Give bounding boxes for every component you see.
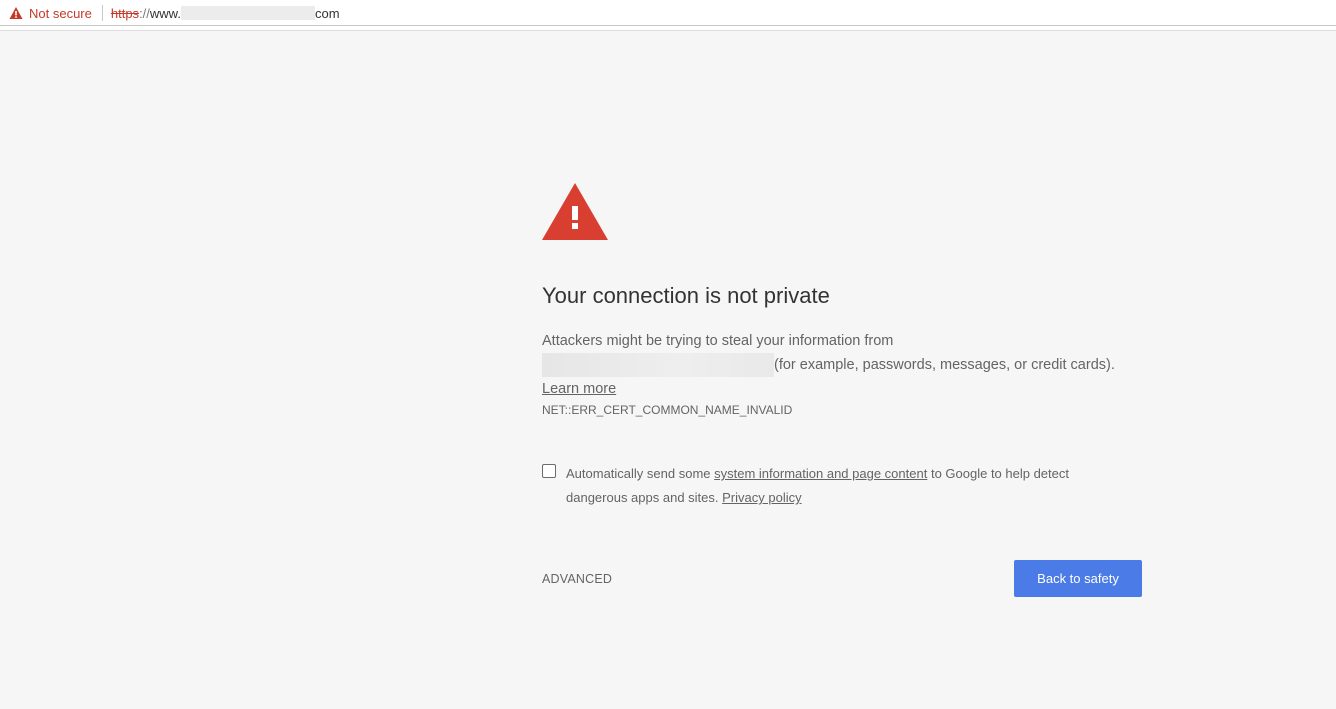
reporting-text-start: Automatically send some	[566, 466, 711, 481]
main-description: Attackers might be trying to steal your …	[542, 329, 1142, 401]
omnibox[interactable]: Not secure https://www. com	[0, 0, 340, 26]
url-scheme: https	[110, 5, 140, 21]
page-title: Your connection is not private	[542, 283, 830, 308]
redacted-hostname	[542, 353, 774, 377]
omnibox-divider	[101, 5, 103, 21]
extended-reporting-checkbox[interactable]	[542, 464, 556, 478]
description-text-continued: (for example, passwords, messages, or cr…	[774, 357, 1115, 373]
url-host-prefix: www.	[149, 5, 181, 21]
warning-triangle-icon	[542, 183, 608, 240]
warning-triangle-icon[interactable]	[9, 6, 23, 20]
extended-reporting-label: Automatically send some system informati…	[566, 462, 1122, 510]
toolbar-bottom-edge	[0, 26, 1336, 31]
description-text: Attackers might be trying to steal your …	[542, 333, 894, 349]
learn-more-link[interactable]: Learn more	[542, 381, 616, 397]
security-status-label[interactable]: Not secure	[29, 6, 92, 21]
back-to-safety-button[interactable]: Back to safety	[1014, 560, 1142, 597]
url-host-suffix: com	[314, 5, 340, 21]
extended-reporting-option: Automatically send some system informati…	[542, 462, 1122, 510]
system-info-link[interactable]: system information and page content	[714, 466, 927, 481]
address-bar[interactable]: Not secure https://www. com	[0, 0, 1336, 26]
error-code: NET::ERR_CERT_COMMON_NAME_INVALID	[542, 403, 793, 417]
url-redacted-region	[180, 6, 315, 20]
url-scheme-separator: ://	[139, 5, 150, 21]
advanced-button[interactable]: ADVANCED	[542, 572, 612, 586]
privacy-policy-link[interactable]: Privacy policy	[722, 490, 801, 505]
